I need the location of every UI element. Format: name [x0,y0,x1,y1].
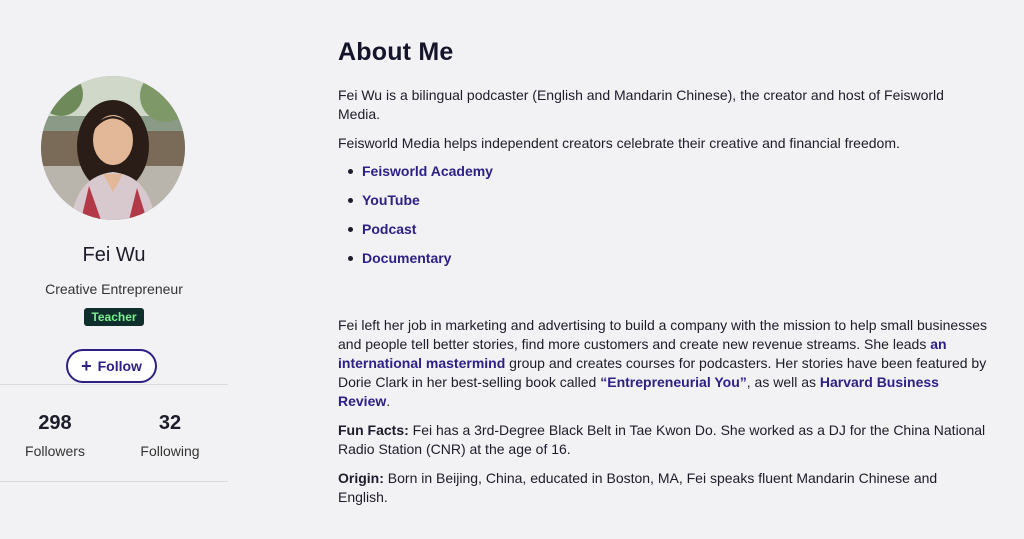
bio-paragraph: Fei left her job in marketing and advert… [338,316,988,411]
link-feisworld-academy[interactable]: Feisworld Academy [362,163,493,179]
book-link[interactable]: “Entrepreneurial You” [600,374,747,390]
origin-paragraph: Origin: Born in Beijing, China, educated… [338,469,988,507]
about-heading: About Me [338,38,454,66]
list-item: YouTube [338,191,493,220]
intro-paragraph: Fei Wu is a bilingual podcaster (English… [338,87,944,122]
follow-label: Follow [97,358,142,374]
following-label: Following [140,443,200,459]
fun-facts-paragraph: Fun Facts: Fei has a 3rd-Degree Black Be… [338,421,988,459]
follow-button[interactable]: + Follow [66,349,157,383]
origin-label: Origin: [338,470,384,486]
list-item: Feisworld Academy [338,162,493,191]
mission-paragraph: Feisworld Media helps independent creato… [338,135,900,151]
origin-text: Born in Beijing, China, educated in Bost… [338,470,938,505]
links-list: Feisworld Academy YouTube Podcast Docume… [338,162,493,278]
bio-text: Fei left her job in marketing and advert… [338,317,987,352]
divider [0,481,228,482]
followers-label: Followers [25,443,85,459]
following-stat[interactable]: 32 Following [120,412,220,459]
link-documentary[interactable]: Documentary [362,250,451,266]
bio-text: . [386,393,391,409]
followers-count: 298 [38,412,72,434]
bio-text: , as well as [746,374,820,390]
list-item: Documentary [338,249,493,278]
fun-facts-text: Fei has a 3rd-Degree Black Belt in Tae K… [338,422,986,457]
badge-container: Teacher [0,308,228,326]
following-count: 32 [158,412,182,434]
divider [0,384,228,385]
followers-stat[interactable]: 298 Followers [5,412,105,459]
list-item: Podcast [338,220,493,249]
link-podcast[interactable]: Podcast [362,221,416,237]
teacher-badge: Teacher [84,308,144,326]
profile-title: Creative Entrepreneur [45,281,183,297]
profile-sidebar: Fei Wu Creative Entrepreneur Teacher + F… [0,0,228,539]
profile-name: Fei Wu [82,244,146,266]
plus-icon: + [81,355,92,376]
avatar[interactable] [41,76,185,220]
fun-facts-label: Fun Facts: [338,422,409,438]
link-youtube[interactable]: YouTube [362,192,420,208]
